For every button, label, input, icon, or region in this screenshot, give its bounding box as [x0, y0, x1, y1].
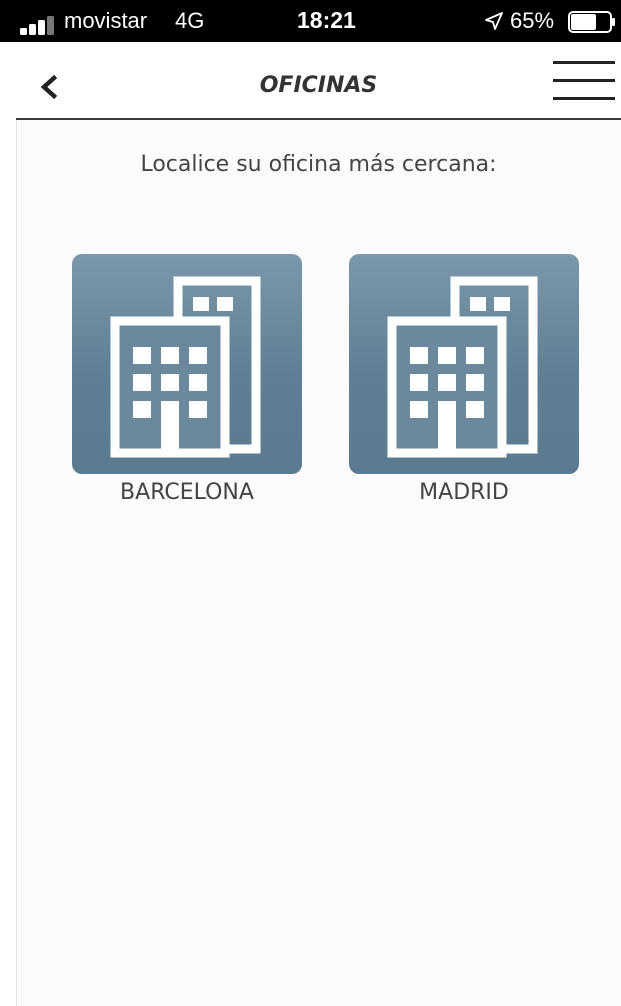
status-bar: movistar 4G 18:21 65% [0, 0, 621, 42]
office-tile[interactable] [72, 254, 302, 474]
battery-percent: 65% [510, 8, 555, 33]
office-card-barcelona[interactable]: BARCELONA [72, 254, 302, 510]
carrier-name: movistar [64, 8, 148, 33]
office-card-madrid[interactable]: MADRID [349, 254, 579, 510]
office-label: BARCELONA [120, 480, 254, 505]
signal-icon [20, 15, 60, 35]
page-title: OFICINAS [259, 73, 378, 98]
subtitle: Localice su oficina más cercana: [140, 152, 497, 177]
network-type: 4G [175, 8, 205, 33]
building-icon [387, 276, 538, 458]
location-arrow-icon [485, 12, 503, 30]
content-area [16, 42, 621, 1006]
clock: 18:21 [297, 7, 356, 33]
hamburger-menu-icon[interactable] [553, 61, 615, 101]
office-tile[interactable] [349, 254, 579, 474]
nav-bar: OFICINAS [16, 42, 621, 120]
office-label: MADRID [419, 480, 509, 505]
building-icon [110, 276, 261, 458]
battery-icon [568, 11, 615, 33]
